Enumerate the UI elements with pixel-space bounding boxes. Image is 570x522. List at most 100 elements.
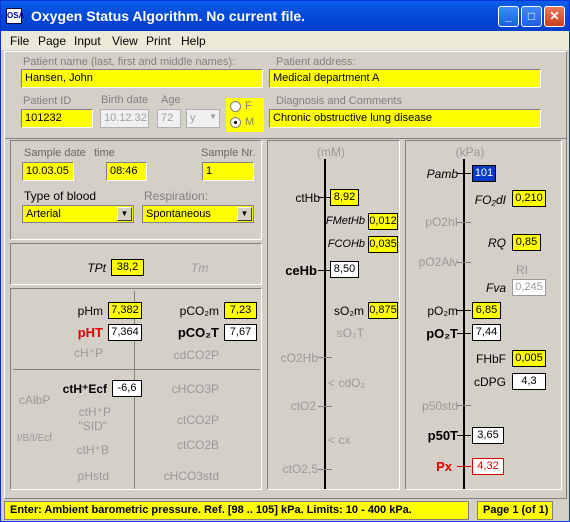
age-label: Age [161, 94, 181, 106]
pht-value[interactable]: 7,364 [108, 324, 142, 341]
fo2di-value[interactable]: 0,210 [512, 190, 546, 207]
fcohb-label: FCOHb [327, 238, 365, 250]
phm-value[interactable]: 7,382 [108, 302, 142, 319]
p50std-label: p50std [421, 399, 458, 413]
chevron-down-icon[interactable]: ▼ [117, 207, 132, 221]
so2m-value[interactable]: 0,875 [368, 302, 398, 319]
sex-f-radio[interactable] [230, 101, 241, 112]
patient-name-field[interactable]: Hansen, John [21, 69, 263, 88]
menu-file[interactable]: File [10, 34, 29, 48]
pamb-value[interactable]: 101 [472, 165, 496, 182]
rq-label: RQ [488, 236, 506, 250]
sex-m-radio[interactable] [230, 117, 241, 128]
chevron-down-icon: ▼ [209, 112, 217, 121]
patient-address-field[interactable]: Medical department A [269, 69, 541, 88]
chp-label: cH⁺P [73, 346, 103, 360]
cehb-label: ceHb [285, 263, 317, 278]
menu-help[interactable]: Help [181, 34, 206, 48]
axis-tick [457, 333, 471, 334]
fva-label: Fva [485, 281, 506, 295]
p50t-value[interactable]: 3,65 [472, 427, 504, 444]
sample-nr-field[interactable]: 1 [202, 162, 254, 181]
menu-page[interactable]: Page [38, 34, 66, 48]
temperature-panel: TPt 38,2 Tm [10, 243, 262, 285]
calbp-label: cAlbP [19, 393, 51, 407]
fo2di-label: FO₂dI [474, 193, 506, 207]
mm-panel: (mM) ctHb 8,92 FMetHb 0,012 FCOHb 0,035 … [267, 140, 400, 490]
blood-type-select[interactable]: Arterial ▼ [22, 205, 134, 223]
birth-date-label: Birth date [101, 94, 149, 106]
pco2m-label: pCO₂m [179, 304, 219, 318]
title-bar[interactable]: OSA Oxygen Status Algorithm. No current … [1, 1, 569, 31]
cthb-value[interactable]: 8,92 [330, 189, 359, 206]
axis-tick [457, 405, 471, 406]
birth-date-field[interactable]: 10.12.32 [100, 109, 149, 128]
axis-tick [457, 222, 471, 223]
rq-value[interactable]: 0,85 [512, 234, 541, 251]
age-unit-select[interactable]: y ▼ [186, 109, 220, 128]
kpa-unit-label: (kPa) [455, 145, 485, 159]
blood-type-label: Type of blood [24, 189, 97, 203]
fcohb-value[interactable]: 0,035 [368, 236, 398, 253]
sample-time-field[interactable]: 08:46 [106, 162, 147, 181]
po2m-value[interactable]: 6,85 [472, 302, 501, 319]
sample-date-field[interactable]: 10.03.05 [22, 162, 74, 181]
diagnosis-field[interactable]: Chronic obstructive lung disease [269, 109, 541, 128]
cdpg-value[interactable]: 4,3 [512, 373, 546, 390]
p50t-label: p50T [427, 428, 458, 443]
axis-tick [457, 310, 471, 311]
pco2t-value[interactable]: 7,67 [224, 324, 257, 341]
axis-tick [318, 357, 332, 358]
acid-base-panel: pHm 7,382 pCO₂m 7,23 pHT 7,364 pCO₂T 7,6… [10, 288, 262, 490]
po2t-label: pO₂T [426, 326, 458, 341]
blood-type-value: Arterial [26, 208, 61, 220]
sample-time-label: time [94, 147, 115, 159]
chco3std-label: cHCO3std [163, 469, 219, 483]
respiration-label: Respiration: [144, 189, 209, 203]
divider [13, 369, 260, 370]
pco2m-value[interactable]: 7,23 [224, 302, 257, 319]
age-unit-value: y [190, 112, 196, 124]
cdpg-label: cDPG [473, 375, 506, 389]
tpt-value[interactable]: 38,2 [111, 259, 144, 276]
cehb-value[interactable]: 8,50 [330, 261, 359, 278]
tm-label: Tm [191, 261, 209, 275]
fva-value[interactable]: 0,245 [512, 279, 546, 296]
age-field[interactable]: 72 [157, 109, 181, 128]
axis-tick [457, 466, 471, 467]
main-content: Patient name (last, first and middle nam… [4, 51, 567, 499]
menu-print[interactable]: Print [146, 34, 171, 48]
patient-id-field[interactable]: 101232 [21, 109, 93, 128]
sex-m-label: M [245, 116, 255, 128]
close-button[interactable]: ✕ [544, 6, 565, 27]
po2m-label: pO₂m [427, 304, 458, 318]
ri-label: RI [516, 263, 528, 277]
menu-input[interactable]: Input [74, 34, 101, 48]
cherf-value[interactable]: -6,6 [112, 380, 142, 397]
px-value[interactable]: 4,32 [472, 458, 504, 475]
maximize-button[interactable]: □ [521, 6, 542, 27]
po2alv-label: pO2Alv [418, 255, 458, 269]
fhbf-value[interactable]: 0,005 [512, 350, 546, 367]
cdco2p-label: cdCO2P [173, 348, 219, 362]
minimize-button[interactable]: _ [498, 6, 519, 27]
tpt-label: TPt [87, 261, 106, 275]
ctco2p-label: ctCO2P [176, 413, 219, 427]
status-message: Enter: Ambient barometric pressure. Ref.… [4, 501, 469, 520]
pht-label: pHT [77, 325, 103, 340]
respiration-select[interactable]: Spontaneous ▼ [142, 205, 254, 223]
fmethb-value[interactable]: 0,012 [368, 213, 398, 230]
phstd-label: pHstd [77, 469, 109, 483]
sid-label: "SID" [78, 419, 107, 433]
sample-panel: Sample date 10.03.05 time 08:46 Sample N… [10, 140, 262, 240]
cthb-label: ctH⁺B [76, 443, 109, 457]
menu-view[interactable]: View [112, 34, 138, 48]
chevron-down-icon[interactable]: ▼ [237, 207, 252, 221]
patient-name-label: Patient name (last, first and middle nam… [23, 56, 236, 68]
axis-tick [457, 262, 471, 263]
axis-tick [318, 469, 332, 470]
diagnosis-label: Diagnosis and Comments [276, 95, 402, 107]
so2m-label: sO₂m [334, 304, 364, 318]
app-icon: OSA [6, 8, 24, 24]
po2t-value[interactable]: 7,44 [472, 324, 501, 341]
